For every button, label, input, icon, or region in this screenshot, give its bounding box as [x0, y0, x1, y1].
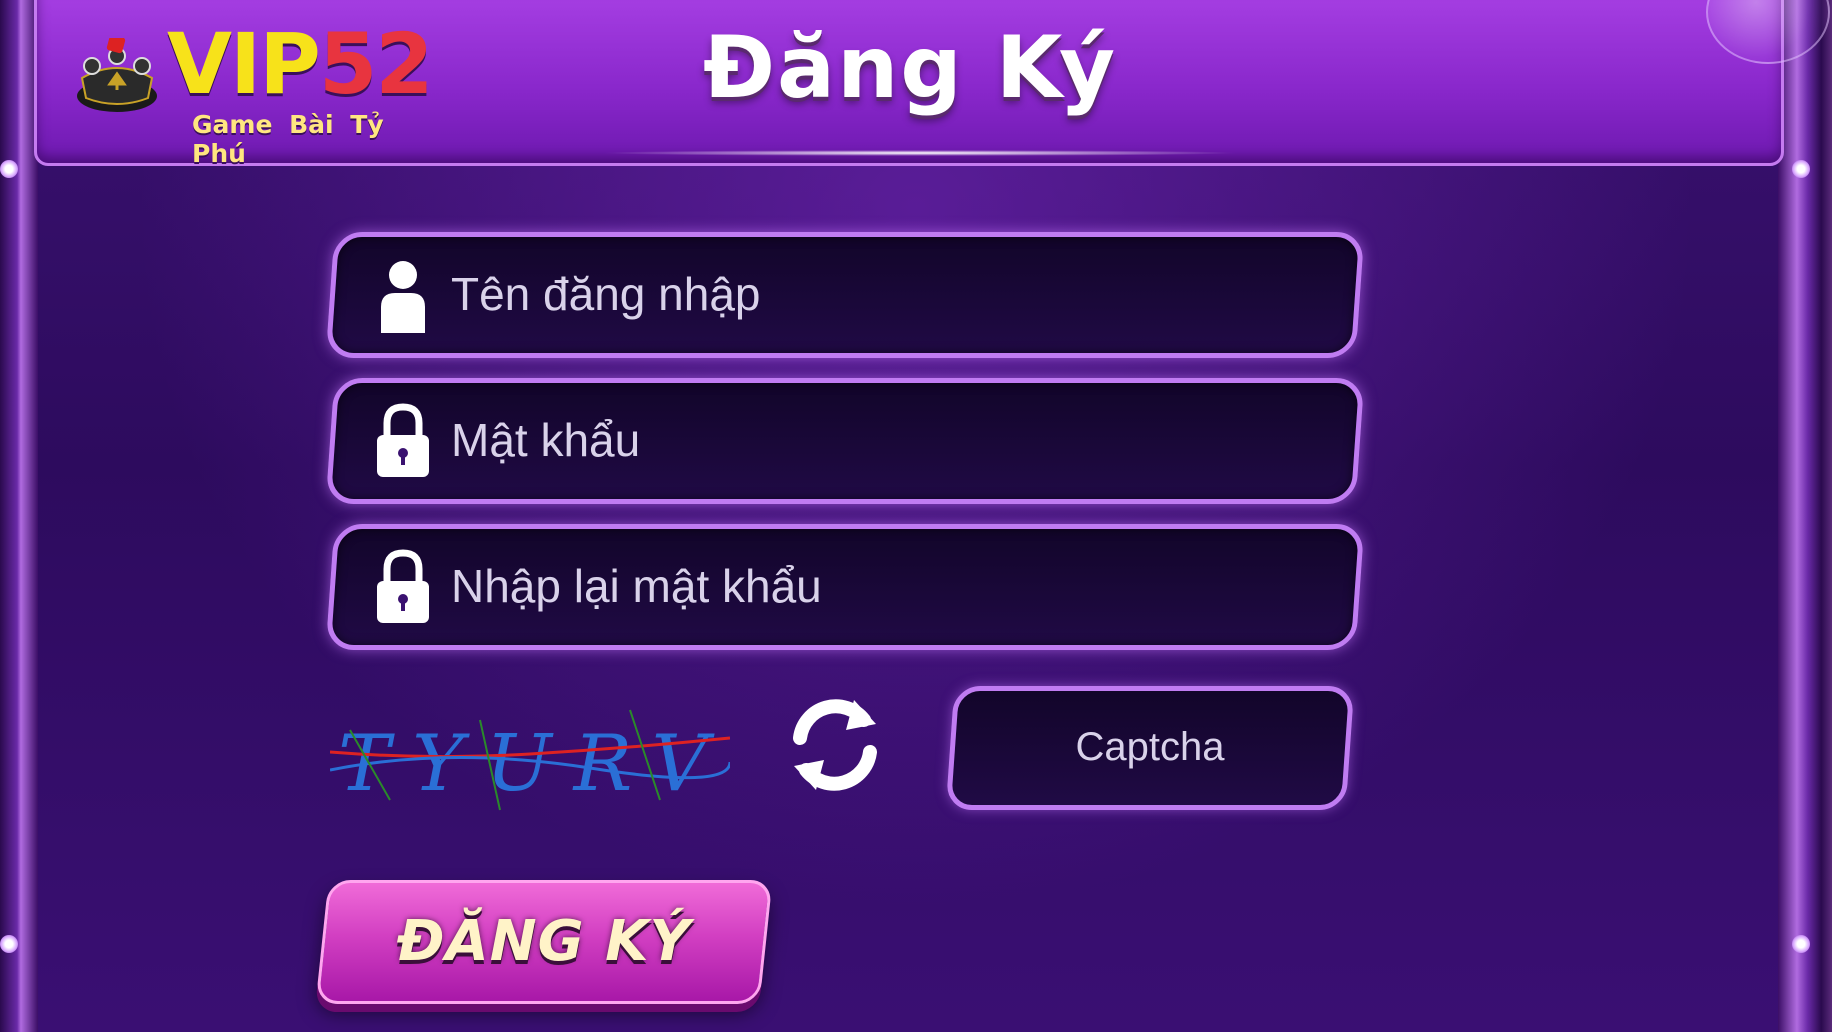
register-button-label: ĐĂNG KÝ	[397, 909, 692, 974]
captcha-input[interactable]: Captcha	[945, 686, 1355, 810]
logo-wordmark: VIP52	[167, 22, 434, 106]
register-dialog: VIP52 Game Bài Tỷ Phú Đăng Ký Tên đăng n…	[0, 0, 1832, 1032]
lock-icon	[377, 549, 429, 623]
frame-bolt	[0, 160, 18, 178]
lock-icon	[377, 403, 429, 477]
confirm-password-field[interactable]: Nhập lại mật khẩu	[325, 524, 1365, 650]
captcha-placeholder: Captcha	[1075, 725, 1225, 769]
confirm-password-placeholder: Nhập lại mật khẩu	[451, 560, 822, 612]
casino-emblem-icon	[77, 38, 157, 112]
refresh-icon[interactable]	[780, 690, 890, 800]
logo-brand: VIP	[167, 15, 321, 113]
logo-tagline: Game Bài Tỷ Phú	[192, 110, 384, 168]
password-field[interactable]: Mật khẩu	[325, 378, 1365, 504]
password-placeholder: Mật khẩu	[451, 414, 641, 466]
left-frame-rail	[0, 0, 38, 1032]
vip52-logo: VIP52 Game Bài Tỷ Phú	[72, 8, 452, 168]
frame-bolt	[1792, 935, 1810, 953]
username-placeholder: Tên đăng nhập	[451, 268, 761, 320]
title-bar-glow	[600, 150, 1240, 156]
page-title: Đăng Ký	[702, 18, 1118, 118]
username-field[interactable]: Tên đăng nhập	[325, 232, 1365, 358]
frame-bolt	[0, 935, 18, 953]
logo-number: 52	[318, 15, 434, 113]
register-button[interactable]: ĐĂNG KÝ	[315, 880, 773, 1004]
user-icon	[381, 261, 425, 333]
frame-bolt	[1792, 160, 1810, 178]
captcha-image: TYURV	[330, 709, 730, 811]
right-frame-rail	[1778, 0, 1832, 1032]
